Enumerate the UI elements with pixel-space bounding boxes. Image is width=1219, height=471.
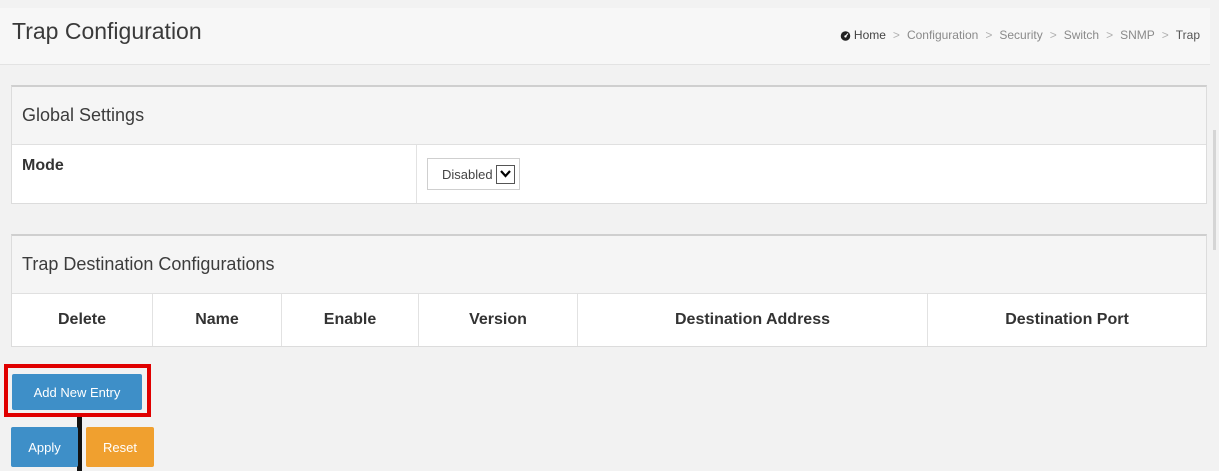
global-settings-panel: Global Settings Mode Disabled bbox=[11, 85, 1207, 204]
apply-button[interactable]: Apply bbox=[11, 427, 78, 467]
chevron-down-icon[interactable] bbox=[495, 164, 515, 184]
breadcrumb-item-trap: Trap bbox=[1175, 28, 1200, 42]
mode-value-cell: Disabled bbox=[417, 145, 1206, 203]
dashboard-icon bbox=[840, 30, 851, 41]
highlight-box bbox=[4, 364, 151, 417]
breadcrumb-item-switch[interactable]: Switch bbox=[1064, 28, 1099, 42]
breadcrumb-separator: > bbox=[985, 28, 993, 42]
page-title: Trap Configuration bbox=[12, 18, 202, 44]
breadcrumb-item-snmp[interactable]: SNMP bbox=[1120, 28, 1155, 42]
mode-row: Mode Disabled bbox=[12, 145, 1206, 203]
trap-destination-panel: Trap Destination Configurations Delete N… bbox=[11, 234, 1207, 347]
breadcrumb-item-home[interactable]: Home bbox=[854, 28, 886, 42]
global-settings-title: Global Settings bbox=[12, 87, 1206, 145]
column-header-delete: Delete bbox=[12, 294, 153, 346]
page: Trap Configuration Home > Configuration … bbox=[0, 0, 1219, 471]
breadcrumb-item-configuration[interactable]: Configuration bbox=[907, 28, 978, 42]
mode-selected-value: Disabled bbox=[442, 166, 493, 182]
breadcrumb-separator: > bbox=[892, 28, 900, 42]
scrollbar[interactable] bbox=[1213, 130, 1216, 250]
breadcrumb-separator: > bbox=[1106, 28, 1114, 42]
breadcrumb: Home > Configuration > Security > Switch… bbox=[840, 28, 1200, 42]
column-header-name: Name bbox=[152, 294, 282, 346]
trap-destination-title: Trap Destination Configurations bbox=[12, 236, 1206, 294]
mode-label: Mode bbox=[12, 145, 417, 203]
mode-select[interactable]: Disabled bbox=[427, 158, 520, 190]
column-header-version: Version bbox=[418, 294, 578, 346]
breadcrumb-item-security[interactable]: Security bbox=[999, 28, 1042, 42]
breadcrumb-separator: > bbox=[1161, 28, 1169, 42]
column-header-destination-address: Destination Address bbox=[577, 294, 928, 346]
trap-destination-table: Delete Name Enable Version Destination A… bbox=[12, 294, 1206, 346]
page-header: Trap Configuration Home > Configuration … bbox=[0, 8, 1210, 65]
column-header-destination-port: Destination Port bbox=[927, 294, 1206, 346]
table-header-row: Delete Name Enable Version Destination A… bbox=[12, 294, 1206, 346]
breadcrumb-separator: > bbox=[1049, 28, 1057, 42]
reset-button[interactable]: Reset bbox=[86, 427, 154, 467]
column-header-enable: Enable bbox=[281, 294, 419, 346]
breadcrumb-home[interactable]: Home bbox=[840, 28, 886, 42]
